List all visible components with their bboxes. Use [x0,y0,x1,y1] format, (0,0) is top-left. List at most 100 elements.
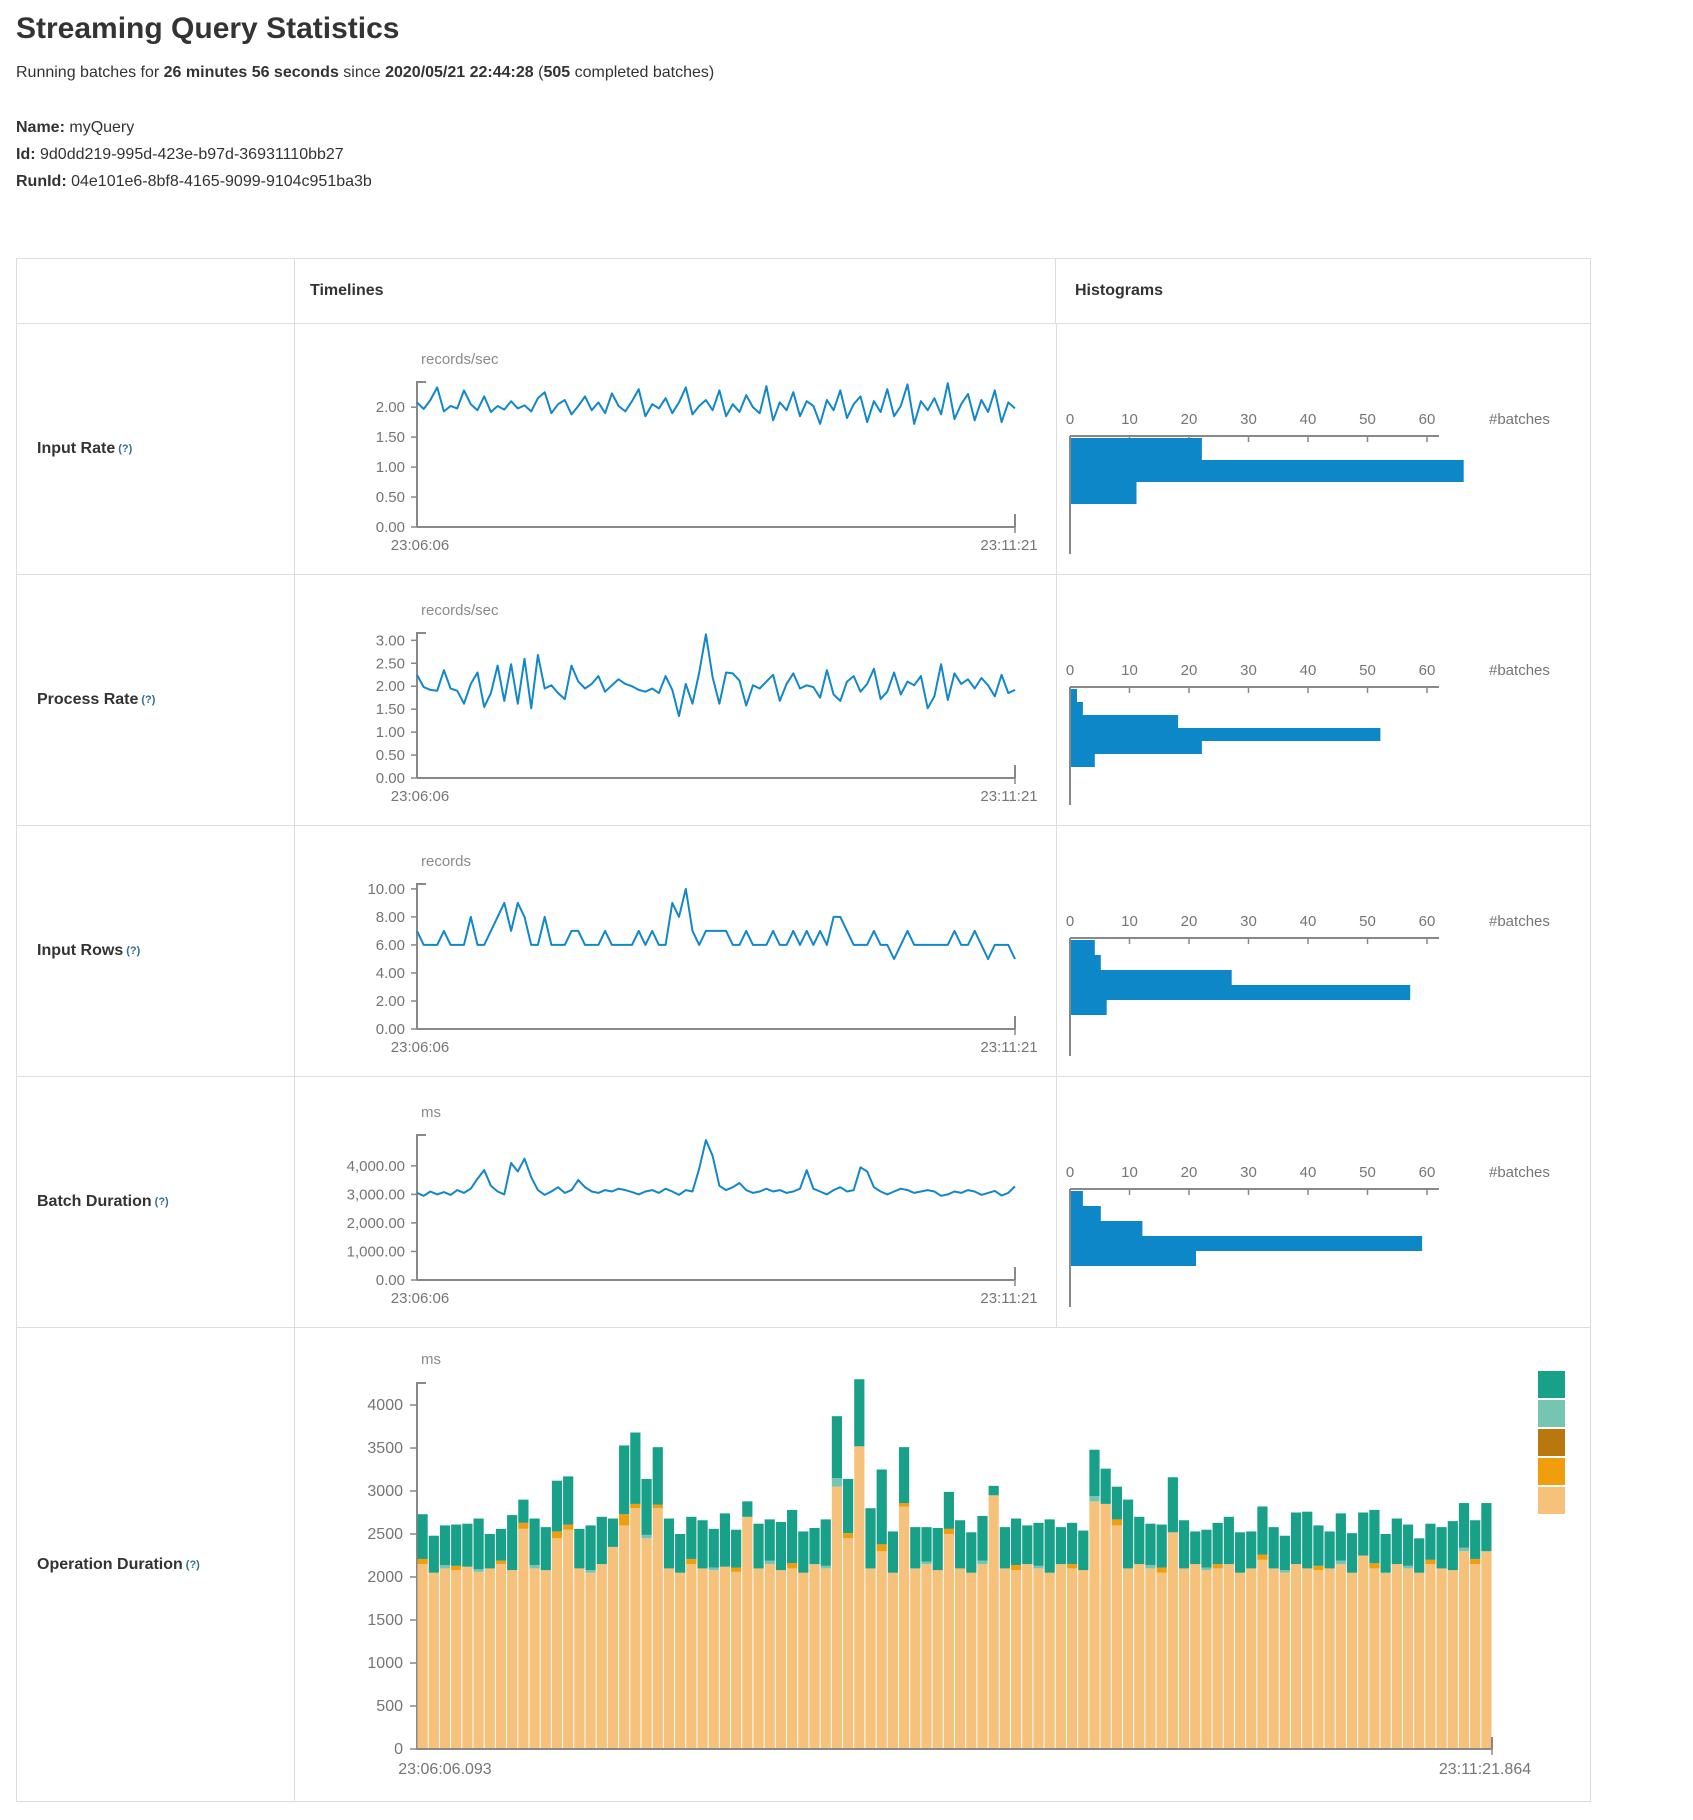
svg-text:23:11:21: 23:11:21 [980,788,1037,805]
svg-text:30: 30 [1240,1164,1257,1181]
query-id-value: 9d0dd219-995d-423e-b97d-36931110bb27 [40,146,344,163]
query-runid-label: RunId: [16,173,67,190]
svg-text:10: 10 [1121,913,1138,930]
header-empty-cell [17,259,294,323]
svg-text:0: 0 [1066,411,1074,428]
help-icon[interactable]: (?) [186,1559,200,1571]
svg-text:500: 500 [376,1698,403,1715]
svg-text:30: 30 [1240,662,1257,679]
run-start-time: 2020/05/21 22:44:28 [385,64,534,81]
row-label-process-rate: Process Rate(?) [17,575,294,825]
svg-text:30: 30 [1240,913,1257,930]
query-name-label: Name: [16,119,65,136]
svg-text:0.50: 0.50 [376,747,405,764]
table-row-batch-duration: Batch Duration(?) ms4,000.003,000.002,00… [17,1076,1590,1327]
svg-text:2.50: 2.50 [376,655,405,672]
column-header-histograms: Histograms [1055,259,1590,323]
svg-text:60: 60 [1419,1164,1436,1181]
svg-text:3.00: 3.00 [376,632,405,649]
column-header-timelines: Timelines [294,259,1055,323]
row-label-input-rows: Input Rows(?) [17,826,294,1076]
help-icon[interactable]: (?) [155,1196,169,1208]
svg-text:0: 0 [1066,913,1074,930]
svg-text:4,000.00: 4,000.00 [347,1158,405,1175]
input-rate-histogram-chart: 0102030405060#batches [1056,324,1590,574]
svg-text:0.00: 0.00 [376,770,405,787]
row-label-operation-duration: Operation Duration(?) [17,1328,294,1801]
help-icon[interactable]: (?) [141,694,155,706]
svg-text:23:06:06: 23:06:06 [391,1290,449,1307]
svg-text:20: 20 [1181,411,1198,428]
svg-text:20: 20 [1181,913,1198,930]
svg-text:#batches: #batches [1489,1164,1550,1181]
svg-text:2.00: 2.00 [376,399,405,416]
help-icon[interactable]: (?) [126,945,140,957]
table-row-input-rate: Input Rate(?) records/sec2.001.501.000.5… [17,323,1590,574]
query-runid-value: 04e101e6-8bf8-4165-9099-9104c951ba3b [71,173,372,190]
input-rows-timeline-chart: records10.008.006.004.002.000.0023:06:06… [294,826,1056,1076]
batch-duration-timeline-chart: ms4,000.003,000.002,000.001,000.000.0023… [294,1077,1056,1327]
table-row-operation-duration: Operation Duration(?) ms4000350030002500… [17,1327,1590,1801]
row-label-text: Input Rate [37,440,115,458]
svg-text:6.00: 6.00 [376,937,405,954]
query-name-value: myQuery [69,119,134,136]
row-label-text: Process Rate [37,691,138,709]
row-label-text: Input Rows [37,942,123,960]
legend [1538,1371,1565,1514]
table-row-process-rate: Process Rate(?) records/sec3.002.502.001… [17,574,1590,825]
svg-text:3,000.00: 3,000.00 [347,1186,405,1203]
legend-swatch [1538,1371,1565,1398]
svg-text:2000: 2000 [367,1569,403,1586]
row-label-batch-duration: Batch Duration(?) [17,1077,294,1327]
histograms-header-label: Histograms [1075,282,1163,300]
legend-swatch [1538,1487,1565,1514]
svg-text:60: 60 [1419,913,1436,930]
row-label-text: Operation Duration [37,1556,183,1574]
stats-table: Timelines Histograms Input Rate(?) recor… [16,258,1591,1802]
timelines-header-label: Timelines [310,282,384,300]
svg-text:8.00: 8.00 [376,909,405,926]
svg-text:1500: 1500 [367,1612,403,1629]
query-id-label: Id: [16,146,36,163]
svg-text:1.00: 1.00 [376,724,405,741]
svg-text:60: 60 [1419,662,1436,679]
svg-text:1000: 1000 [367,1655,403,1672]
row-label-text: Batch Duration [37,1193,152,1211]
svg-text:2500: 2500 [367,1526,403,1543]
query-runid-line: RunId: 04e101e6-8bf8-4165-9099-9104c951b… [16,173,372,191]
svg-text:0.00: 0.00 [376,519,405,536]
svg-text:1.00: 1.00 [376,459,405,476]
svg-text:50: 50 [1359,913,1376,930]
query-name-line: Name: myQuery [16,119,134,137]
run-status-line: Running batches for 26 minutes 56 second… [16,64,714,82]
run-status-suffix: completed batches) [570,64,714,81]
svg-text:#batches: #batches [1489,662,1550,679]
svg-text:0.00: 0.00 [376,1272,405,1289]
svg-text:1.50: 1.50 [376,701,405,718]
run-duration: 26 minutes 56 seconds [164,64,339,81]
row-label-input-rate: Input Rate(?) [17,324,294,574]
input-rate-timeline-chart: records/sec2.001.501.000.500.0023:06:062… [294,324,1056,574]
process-rate-timeline-chart: records/sec3.002.502.001.501.000.500.002… [294,575,1056,825]
svg-text:records: records [421,853,471,870]
help-icon[interactable]: (?) [118,443,132,455]
svg-text:records/sec: records/sec [421,602,499,619]
table-header-row: Timelines Histograms [17,259,1590,323]
svg-text:#batches: #batches [1489,913,1550,930]
svg-text:50: 50 [1359,411,1376,428]
svg-text:23:06:06: 23:06:06 [391,788,449,805]
input-rows-histogram-chart: 0102030405060#batches [1056,826,1590,1076]
batch-duration-histogram-chart: 0102030405060#batches [1056,1077,1590,1327]
completed-batches-count: 505 [543,64,570,81]
svg-text:0.00: 0.00 [376,1021,405,1038]
process-rate-histogram-chart: 0102030405060#batches [1056,575,1590,825]
svg-text:50: 50 [1359,662,1376,679]
svg-text:23:11:21: 23:11:21 [980,537,1037,554]
svg-text:2,000.00: 2,000.00 [347,1215,405,1232]
svg-text:40: 40 [1300,662,1317,679]
svg-text:10.00: 10.00 [367,881,405,898]
svg-text:23:06:06.093: 23:06:06.093 [398,1761,492,1778]
svg-text:23:06:06: 23:06:06 [391,1039,449,1056]
operation-duration-stacked-chart: ms4000350030002500200015001000500023:06:… [294,1328,1588,1801]
page-title: Streaming Query Statistics [16,12,399,46]
